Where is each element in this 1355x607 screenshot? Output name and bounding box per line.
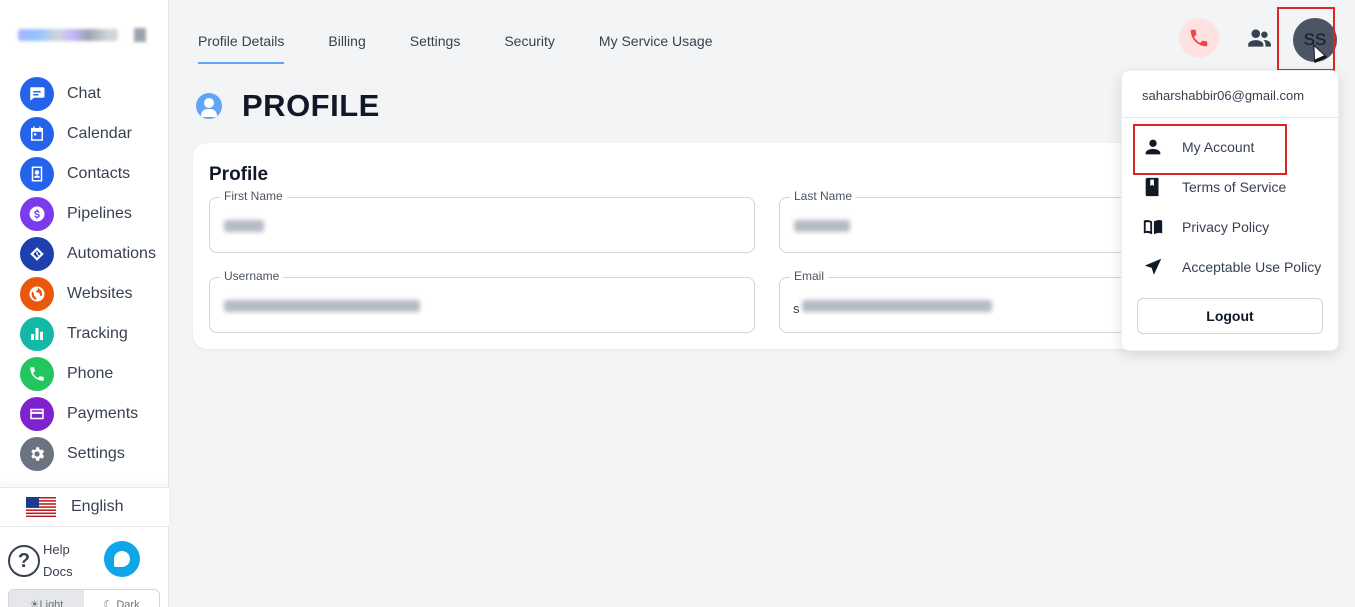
sidebar-item-websites[interactable]: Websites — [0, 274, 169, 314]
sidebar-item-label: Tracking — [67, 325, 128, 342]
sidebar-item-label: Calendar — [67, 125, 132, 142]
sidebar-item-contacts[interactable]: Contacts — [0, 154, 169, 194]
navigation-arrow-icon — [1144, 258, 1162, 275]
sidebar-item-label: Pipelines — [67, 205, 132, 222]
sidebar-item-label: Contacts — [67, 165, 131, 182]
account-dropdown-menu: saharshabbir06@gmail.com My Account Term… — [1121, 70, 1339, 351]
calendar-icon — [20, 117, 54, 151]
sidebar: Chat Calendar Contacts Pipelines Automat… — [0, 0, 169, 607]
profile-circle-icon — [196, 93, 222, 119]
profile-tabs: Profile Details Billing Settings Securit… — [198, 33, 757, 64]
email-label: Email — [790, 269, 829, 283]
menu-item-terms-of-service[interactable]: Terms of Service — [1142, 175, 1286, 199]
open-book-icon — [1143, 219, 1163, 235]
sidebar-item-label: Phone — [67, 365, 114, 382]
automation-icon — [20, 237, 54, 271]
help-label: Help — [43, 542, 70, 557]
brand-logo[interactable] — [18, 28, 146, 42]
phone-icon — [1190, 29, 1208, 47]
card-icon — [20, 397, 54, 431]
team-button[interactable] — [1239, 18, 1279, 58]
us-flag-icon — [26, 497, 56, 517]
page-title: PROFILE — [242, 88, 380, 123]
sidebar-item-label: Websites — [67, 285, 133, 302]
chat-bubble-icon — [114, 551, 130, 567]
username-field[interactable]: Username — [209, 269, 755, 333]
book-icon — [1145, 177, 1159, 197]
logout-button[interactable]: Logout — [1137, 298, 1323, 334]
theme-light-button[interactable]: ☀Light — [9, 590, 84, 607]
account-email: saharshabbir06@gmail.com — [1142, 88, 1305, 103]
last-name-value-redacted — [794, 220, 850, 232]
sidebar-item-label: Automations — [67, 245, 156, 262]
tab-billing[interactable]: Billing — [328, 33, 365, 64]
logo-image — [18, 29, 118, 41]
tab-profile-details[interactable]: Profile Details — [198, 33, 285, 64]
gear-icon — [20, 437, 54, 471]
sidebar-item-phone[interactable]: Phone — [0, 354, 169, 394]
my-account-highlight-box — [1133, 124, 1287, 175]
sidebar-item-payments[interactable]: Payments — [0, 394, 169, 434]
logo-mark — [134, 28, 146, 42]
globe-icon — [20, 277, 54, 311]
help-docs-label: Help Docs — [43, 539, 73, 583]
tab-my-service-usage[interactable]: My Service Usage — [599, 33, 713, 64]
first-name-value-redacted — [224, 220, 264, 232]
chat-icon — [20, 77, 54, 111]
sidebar-item-label: Settings — [67, 445, 125, 462]
sidebar-item-settings[interactable]: Settings — [0, 434, 169, 474]
top-bar: Profile Details Billing Settings Securit… — [169, 0, 1355, 76]
question-mark-icon: ? — [8, 545, 40, 577]
sidebar-item-label: Chat — [67, 85, 101, 102]
menu-item-acceptable-use-policy[interactable]: Acceptable Use Policy — [1142, 255, 1321, 279]
sidebar-nav: Chat Calendar Contacts Pipelines Automat… — [0, 74, 169, 474]
profile-card-title: Profile — [209, 164, 269, 185]
phone-call-button[interactable] — [1179, 18, 1219, 58]
theme-toggle[interactable]: ☀Light ☾ Dark — [8, 589, 160, 607]
theme-dark-button[interactable]: ☾ Dark — [84, 590, 159, 607]
first-name-label: First Name — [220, 189, 287, 203]
last-name-label: Last Name — [790, 189, 857, 203]
sidebar-item-calendar[interactable]: Calendar — [0, 114, 169, 154]
email-value-redacted — [802, 300, 992, 312]
support-chat-button[interactable] — [104, 541, 140, 577]
phone-icon — [20, 357, 54, 391]
menu-item-label: Terms of Service — [1182, 179, 1287, 195]
contacts-icon — [20, 157, 54, 191]
sidebar-item-automations[interactable]: Automations — [0, 234, 169, 274]
first-name-field[interactable]: First Name — [209, 189, 755, 253]
menu-item-privacy-policy[interactable]: Privacy Policy — [1142, 215, 1269, 239]
chart-icon — [20, 317, 54, 351]
sidebar-item-label: Payments — [67, 405, 139, 422]
language-selector[interactable]: English — [0, 487, 169, 527]
sidebar-item-pipelines[interactable]: Pipelines — [0, 194, 169, 234]
users-icon — [1248, 29, 1271, 47]
email-visible-text: s — [793, 301, 800, 316]
dropdown-divider — [1122, 117, 1338, 118]
dollar-icon — [20, 197, 54, 231]
username-value-redacted — [224, 300, 420, 312]
language-label: English — [71, 498, 124, 515]
menu-item-label: Privacy Policy — [1182, 219, 1270, 235]
sidebar-item-chat[interactable]: Chat — [0, 74, 169, 114]
username-label: Username — [220, 269, 284, 283]
avatar-highlight-box — [1277, 7, 1335, 71]
menu-item-label: Acceptable Use Policy — [1182, 259, 1322, 275]
sidebar-item-tracking[interactable]: Tracking — [0, 314, 169, 354]
tab-security[interactable]: Security — [504, 33, 555, 64]
docs-label: Docs — [43, 564, 73, 579]
tab-settings[interactable]: Settings — [410, 33, 461, 64]
page-header: PROFILE — [196, 88, 380, 124]
help-docs-link[interactable]: ? Help Docs — [8, 539, 73, 583]
